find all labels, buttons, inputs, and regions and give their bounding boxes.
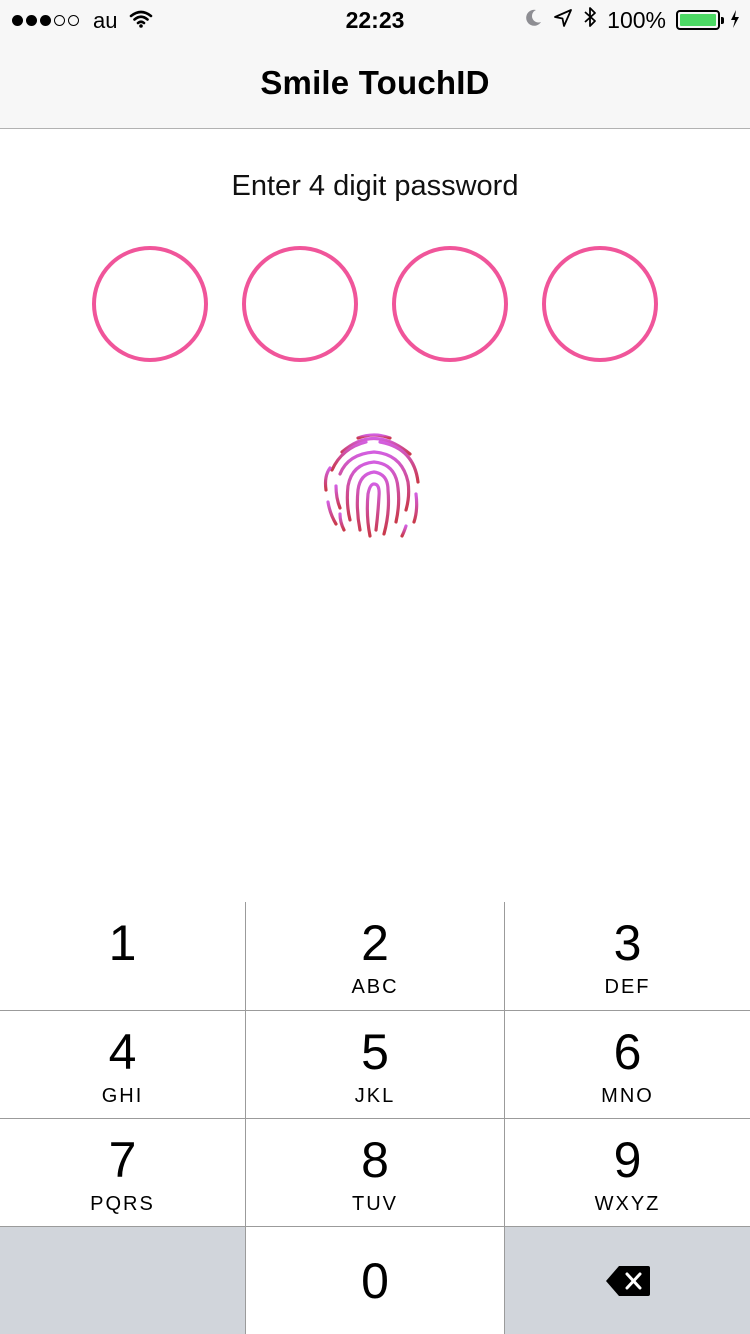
delete-button[interactable] — [505, 1227, 750, 1334]
bluetooth-icon — [583, 6, 597, 34]
keypad-key-3[interactable]: 3 DEF — [505, 902, 750, 1010]
keypad-divider — [0, 1118, 750, 1119]
keypad-key-1[interactable]: 1 — [0, 902, 245, 1010]
key-number: 2 — [361, 915, 389, 971]
keypad-key-7[interactable]: 7 PQRS — [0, 1119, 245, 1226]
status-right: 100% — [523, 6, 740, 34]
page-title: Smile TouchID — [260, 64, 490, 101]
key-letters: PQRS — [90, 1193, 155, 1215]
pin-digit-circle — [92, 246, 208, 362]
keypad-key-2[interactable]: 2 ABC — [246, 902, 504, 1010]
location-arrow-icon — [553, 7, 573, 34]
keypad-divider — [245, 902, 246, 1334]
delete-backspace-icon — [505, 1227, 750, 1334]
numeric-keypad: 1 2 ABC 3 DEF 4 GHI 5 JKL 6 MNO 7 PQRS 8… — [0, 902, 750, 1334]
key-number: 6 — [613, 1024, 642, 1080]
status-bar: au 22:23 100% — [0, 0, 750, 40]
keypad-divider — [0, 1226, 750, 1227]
key-number: 9 — [613, 1132, 642, 1188]
pin-digit-circle — [542, 246, 658, 362]
key-letters: MNO — [601, 1085, 654, 1107]
keypad-divider — [504, 902, 505, 1334]
key-number: 0 — [361, 1253, 389, 1309]
key-letters: GHI — [101, 1085, 144, 1107]
key-letters: TUV — [352, 1193, 398, 1215]
key-letters: JKL — [354, 1085, 396, 1107]
key-number: 8 — [361, 1132, 389, 1188]
keypad-key-5[interactable]: 5 JKL — [246, 1011, 504, 1118]
keypad-key-0[interactable]: 0 — [246, 1227, 504, 1334]
keypad-key-9[interactable]: 9 WXYZ — [505, 1119, 750, 1226]
key-number: 5 — [361, 1024, 389, 1080]
keypad-blank-key — [0, 1227, 245, 1334]
key-number: 3 — [613, 915, 642, 971]
keypad-key-6[interactable]: 6 MNO — [505, 1011, 750, 1118]
fingerprint-icon[interactable] — [318, 430, 430, 542]
key-number: 1 — [108, 915, 137, 971]
key-number: 4 — [108, 1024, 137, 1080]
key-letters: ABC — [351, 976, 399, 998]
key-number: 7 — [108, 1132, 137, 1188]
moon-icon — [523, 7, 543, 34]
key-letters: WXYZ — [594, 1193, 661, 1215]
charging-bolt-icon — [730, 7, 740, 34]
navigation-bar: Smile TouchID — [0, 40, 750, 129]
key-letters: DEF — [604, 976, 651, 998]
keypad-key-8[interactable]: 8 TUV — [246, 1119, 504, 1226]
battery-tip — [721, 17, 724, 24]
battery-icon — [676, 10, 724, 30]
battery-level — [680, 14, 716, 26]
passcode-screen: au 22:23 100% Smile TouchID Enter 4 digi… — [0, 0, 750, 1334]
pin-digit-circle — [392, 246, 508, 362]
pin-digit-circle — [242, 246, 358, 362]
password-prompt: Enter 4 digit password — [231, 170, 519, 202]
keypad-divider — [0, 1010, 750, 1011]
battery-percentage: 100% — [607, 6, 666, 33]
keypad-key-4[interactable]: 4 GHI — [0, 1011, 245, 1118]
